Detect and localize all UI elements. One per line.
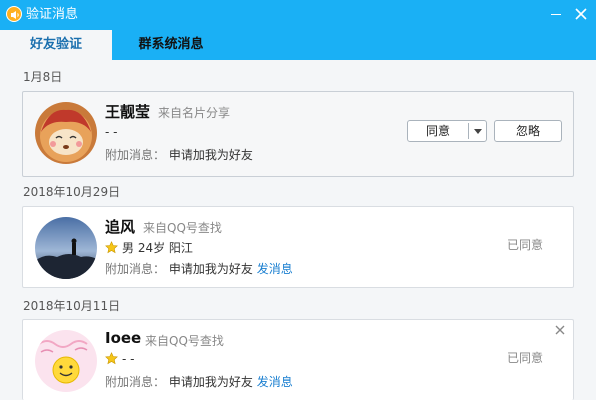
button-divider <box>468 123 469 139</box>
star-icon <box>105 352 118 365</box>
extra-message-text: 申请加我为好友 <box>168 262 253 276</box>
requester-info: - - <box>105 125 118 139</box>
request-source: 来自QQ号查找 <box>145 334 224 348</box>
extra-message-label: 附加消息： <box>105 375 166 389</box>
request-card: 追风 来自QQ号查找 男 24岁 阳江 附加消息： 申请加我为好友 发消息 已同… <box>22 206 574 288</box>
extra-message-row: 附加消息： 申请加我为好友 发消息 <box>105 260 293 277</box>
agree-button[interactable]: 同意 <box>407 120 487 142</box>
close-icon <box>575 8 587 20</box>
status-badge: 已同意 <box>507 351 544 365</box>
send-message-link[interactable]: 发消息 <box>257 262 293 276</box>
extra-message-row: 附加消息： 申请加我为好友 发消息 <box>105 373 293 390</box>
send-message-link[interactable]: 发消息 <box>257 375 293 389</box>
requester-name[interactable]: 追风 <box>105 216 135 237</box>
title-bar: 验证消息 <box>0 0 596 30</box>
dropdown-arrow-icon[interactable] <box>474 129 482 134</box>
close-icon <box>555 325 565 335</box>
star-icon <box>105 241 118 254</box>
tab-bar: 好友验证 群系统消息 <box>0 30 596 60</box>
requester-info: 男 24岁 阳江 <box>122 241 193 255</box>
speaker-icon <box>6 6 22 22</box>
date-label: 2018年10月11日 <box>23 299 121 313</box>
minimize-button[interactable] <box>548 6 564 22</box>
extra-message-text: 申请加我为好友 <box>168 375 253 389</box>
extra-message-text: 申请加我为好友 <box>168 148 253 162</box>
requester-info-row: 男 24岁 阳江 <box>105 239 193 256</box>
requester-info: - - <box>122 352 135 366</box>
requester-info-row: - - <box>105 352 134 366</box>
request-source: 来自名片分享 <box>158 106 231 120</box>
request-source: 来自QQ号查找 <box>143 221 222 235</box>
avatar[interactable] <box>35 102 97 164</box>
request-list: 1月8日 王靓莹 来自名片分享 - - 附加消息： 申请加我为好友 同意 忽略 <box>0 60 596 400</box>
delete-request-button[interactable] <box>554 324 566 336</box>
status-badge: 已同意 <box>507 238 544 252</box>
avatar[interactable] <box>35 330 97 392</box>
extra-message-label: 附加消息： <box>105 148 166 162</box>
requester-name[interactable]: 王靓莹 <box>105 101 150 122</box>
date-label: 1月8日 <box>23 70 63 84</box>
requester-name[interactable]: Ioee <box>105 329 141 347</box>
avatar[interactable] <box>35 217 97 279</box>
extra-message-row: 附加消息： 申请加我为好友 <box>105 146 253 163</box>
date-label: 2018年10月29日 <box>23 185 121 199</box>
ignore-button[interactable]: 忽略 <box>494 120 562 142</box>
tab-friend-verification[interactable]: 好友验证 <box>0 30 112 60</box>
request-card: Ioee 来自QQ号查找 - - 附加消息： 申请加我为好友 发消息 已同意 <box>22 319 574 400</box>
close-window-button[interactable] <box>573 6 589 22</box>
extra-message-label: 附加消息： <box>105 262 166 276</box>
request-card: 王靓莹 来自名片分享 - - 附加消息： 申请加我为好友 同意 忽略 <box>22 91 574 177</box>
tab-group-system-messages[interactable]: 群系统消息 <box>126 30 216 60</box>
window-title: 验证消息 <box>26 7 79 22</box>
agree-label: 同意 <box>425 124 450 138</box>
